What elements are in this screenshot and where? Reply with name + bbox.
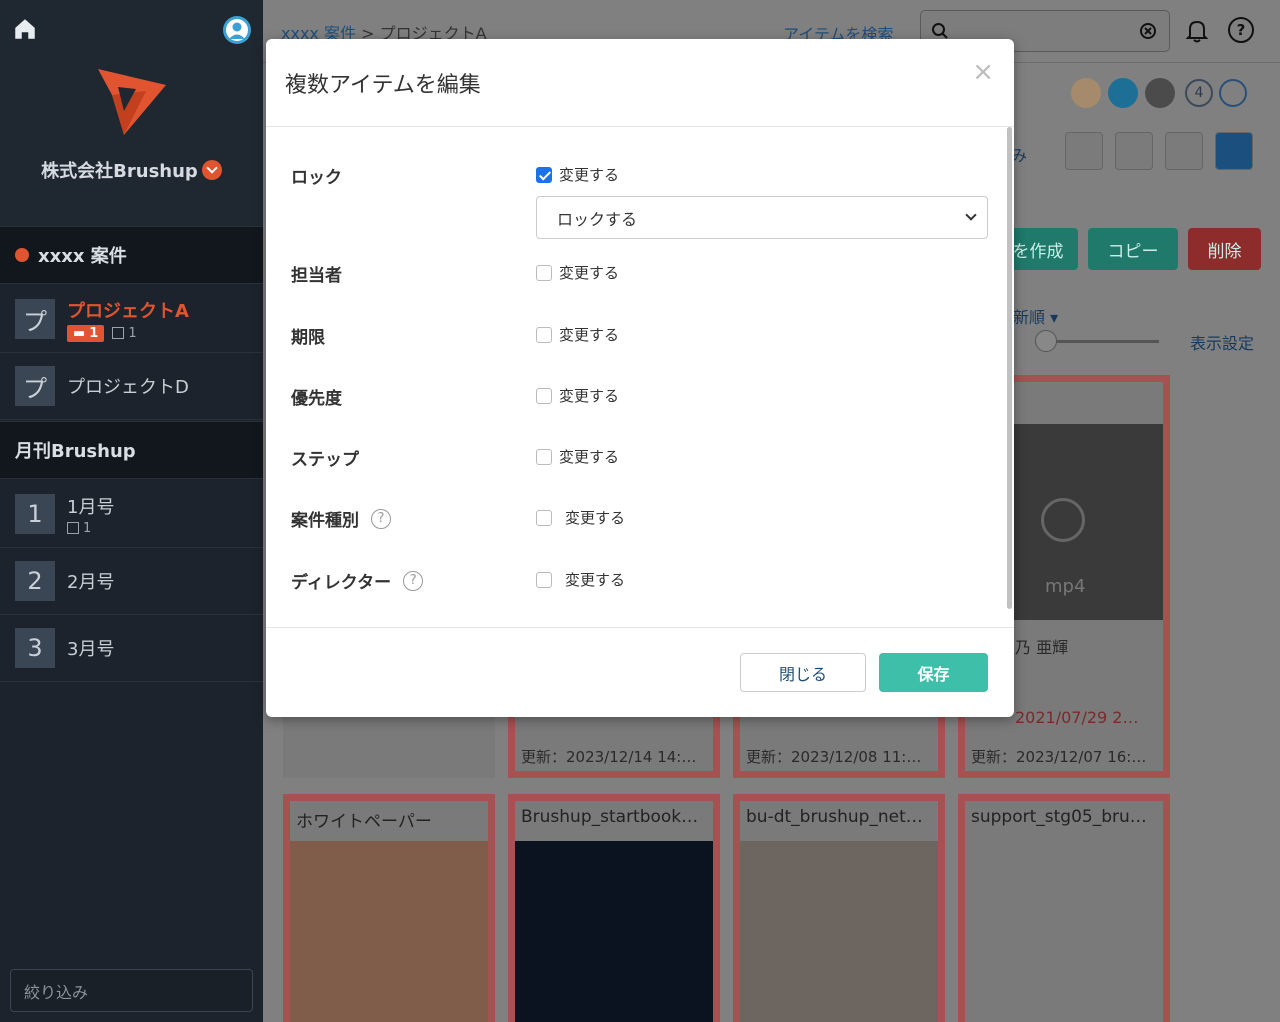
card-thumbnail [740, 841, 938, 1022]
list-view-icon[interactable] [1115, 132, 1153, 170]
sidebar-item-march[interactable]: 3 3月号 [0, 615, 263, 682]
sidebar-item-label: 3月号 [67, 639, 115, 660]
item-card[interactable]: ホワイトペーパー [283, 794, 495, 1022]
assignee-name: 乃 亜輝 [1015, 638, 1069, 657]
card-thumbnail [290, 841, 488, 1022]
status-dot-icon [15, 248, 29, 262]
divider [266, 126, 1014, 127]
field-label-assignee: 担当者 [291, 266, 342, 286]
checkbox[interactable] [536, 448, 552, 465]
due-date: 2021/07/29 2… [1015, 708, 1139, 727]
step-change-checkbox[interactable]: 変更する [536, 446, 619, 467]
scrollbar[interactable] [1007, 127, 1012, 609]
edit-multiple-items-modal: 複数アイテムを編集 × ロック 変更する ロックする 担当者 変更する 期限 変… [266, 39, 1014, 717]
save-button[interactable]: 保存 [879, 653, 988, 692]
member-avatar[interactable] [1108, 78, 1138, 108]
project-icon: 3 [15, 628, 55, 668]
user-avatar-icon[interactable] [222, 15, 252, 45]
item-card[interactable]: support_stg05_bru… [958, 794, 1170, 1022]
help-icon[interactable]: ? [371, 508, 391, 529]
field-label-project-type: 案件種別? [291, 506, 391, 531]
company-switcher[interactable]: 株式会社Brushup [0, 157, 263, 183]
sidebar-item-label: 1月号 [67, 496, 115, 518]
lock-change-checkbox[interactable]: 変更する [536, 164, 619, 185]
help-icon[interactable]: ? [403, 570, 424, 591]
checkbox[interactable] [536, 571, 552, 588]
field-label-step: ステップ [291, 450, 359, 470]
sidebar-item-label: プロジェクトA [67, 300, 189, 322]
card-thumbnail [965, 841, 1163, 1022]
project-icon: プ [15, 366, 55, 406]
project-type-change-checkbox[interactable]: 変更する [536, 507, 625, 528]
close-icon[interactable]: × [972, 57, 994, 87]
modal-title: 複数アイテムを編集 [285, 73, 481, 98]
bell-icon[interactable] [1183, 16, 1211, 44]
chevron-right-icon[interactable] [1219, 79, 1247, 107]
play-icon[interactable] [1041, 498, 1085, 542]
field-label-director: ディレクター? [291, 568, 424, 593]
delete-button[interactable]: 削除 [1188, 228, 1261, 270]
project-icon: 2 [15, 561, 55, 601]
field-label-priority: 優先度 [291, 389, 342, 409]
task-count: 1 [67, 521, 114, 536]
task-icon [67, 522, 79, 534]
assignee-change-checkbox[interactable]: 変更する [536, 262, 619, 283]
card-thumbnail [515, 841, 713, 1022]
checkbox[interactable] [536, 326, 552, 343]
director-change-checkbox[interactable]: 変更する [536, 569, 625, 590]
calendar-view-icon[interactable] [1165, 132, 1203, 170]
task-count: 1 [112, 326, 137, 341]
member-count-badge[interactable]: 4 [1185, 79, 1213, 107]
task-icon [112, 327, 125, 339]
checkbox[interactable] [536, 264, 552, 281]
field-label-deadline: 期限 [291, 328, 325, 348]
sidebar-section-xxxx[interactable]: xxxx 案件 [0, 226, 263, 284]
project-icon: プ [15, 299, 55, 339]
display-settings-link[interactable]: 表示設定 [1190, 330, 1254, 354]
checkbox-checked[interactable] [536, 166, 552, 183]
home-icon[interactable] [12, 16, 38, 42]
close-button[interactable]: 閉じる [740, 653, 866, 692]
field-label-lock: ロック [291, 168, 342, 188]
divider [266, 627, 1014, 628]
gantt-view-icon[interactable] [1215, 132, 1253, 170]
search-icon [932, 23, 948, 39]
sidebar-section-monthly[interactable]: 月刊Brushup [0, 421, 263, 479]
sidebar: 株式会社Brushup xxxx 案件 プ プロジェクトA ▬ 1 1 プ プロジ… [0, 0, 263, 1022]
help-icon[interactable]: ? [1227, 16, 1255, 44]
priority-change-checkbox[interactable]: 変更する [536, 385, 619, 406]
sidebar-item-label: 2月号 [67, 572, 115, 593]
checkbox[interactable] [536, 387, 552, 404]
sidebar-item-project-a[interactable]: プ プロジェクトA ▬ 1 1 [0, 286, 263, 353]
sidebar-item-january[interactable]: 1 1月号 1 [0, 481, 263, 548]
sidebar-item-project-d[interactable]: プ プロジェクトD [0, 353, 263, 420]
filter-input[interactable]: 絞り込み [10, 969, 253, 1012]
member-avatar[interactable] [1145, 78, 1175, 108]
sort-dropdown[interactable]: 新順 ▾ [1013, 304, 1058, 328]
svg-text:?: ? [1237, 21, 1246, 39]
clear-icon[interactable] [1139, 22, 1157, 40]
sidebar-item-label: プロジェクトD [67, 377, 189, 398]
item-card[interactable]: bu-dt_brushup_net… [733, 794, 945, 1022]
copy-button[interactable]: コピー [1088, 228, 1178, 270]
item-card[interactable]: Brushup_startbook… [508, 794, 720, 1022]
grid-view-icon[interactable] [1065, 132, 1103, 170]
chevron-down-icon [201, 160, 222, 180]
checkbox[interactable] [536, 509, 552, 526]
lock-select[interactable]: ロックする [536, 196, 988, 239]
sidebar-header: 株式会社Brushup [0, 0, 263, 226]
company-name: 株式会社Brushup [41, 161, 198, 182]
sidebar-item-february[interactable]: 2 2月号 [0, 548, 263, 615]
comment-count-badge: ▬ 1 [67, 324, 105, 342]
deadline-change-checkbox[interactable]: 変更する [536, 324, 619, 345]
size-slider-handle[interactable] [1035, 330, 1057, 352]
chevron-down-icon [965, 209, 977, 221]
brushup-logo-icon [98, 69, 166, 135]
member-avatar[interactable] [1071, 78, 1101, 108]
project-icon: 1 [15, 494, 55, 534]
